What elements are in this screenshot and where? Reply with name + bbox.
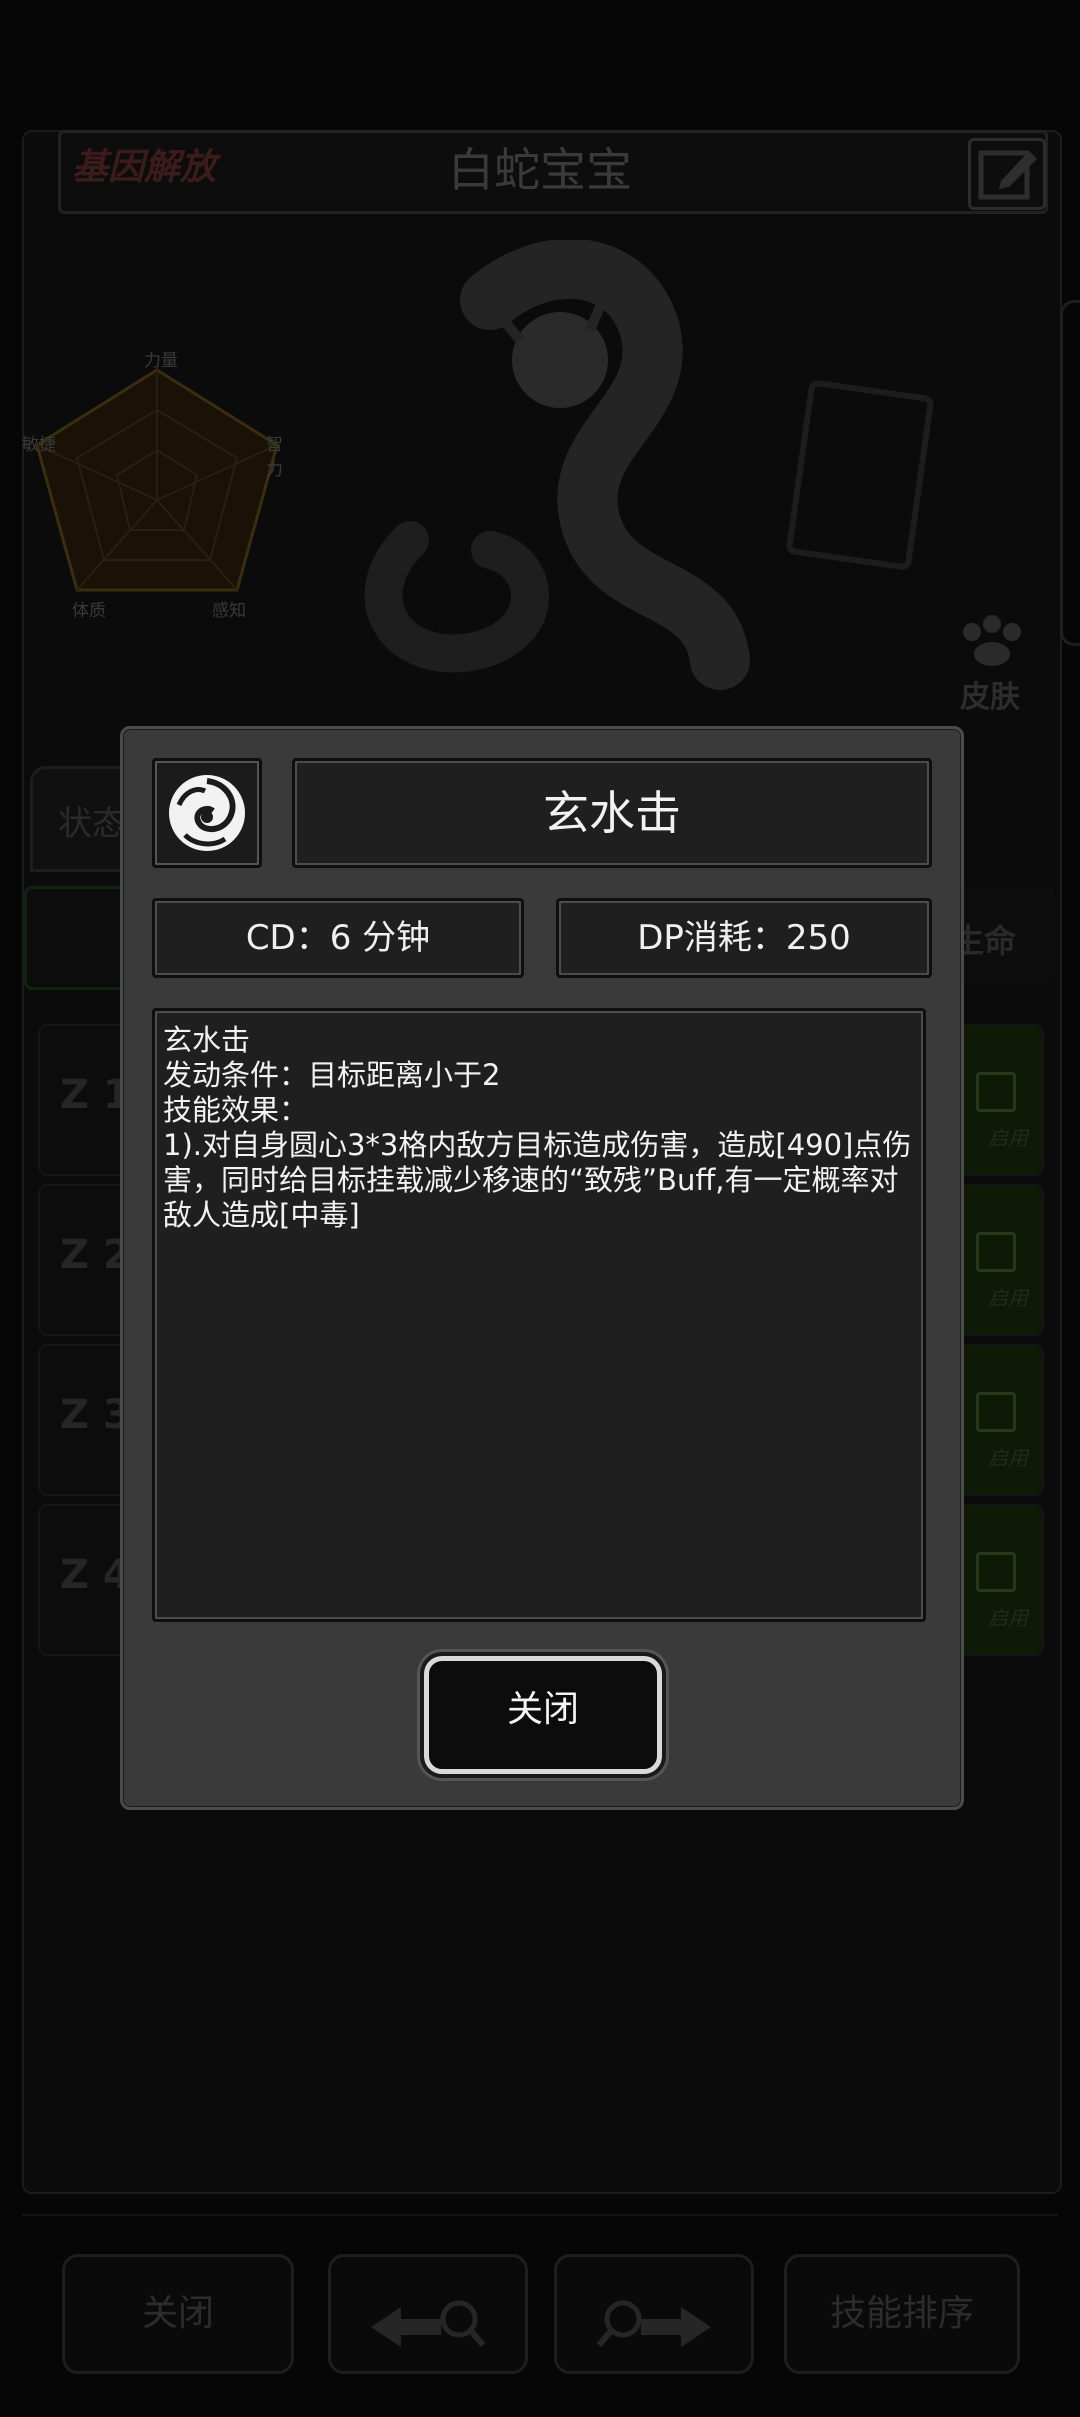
skill-description: 玄水击 发动条件：目标距离小于2 技能效果： 1).对自身圆心3*3格内敌方目标… (152, 1008, 926, 1622)
enable-checkbox[interactable] (976, 1072, 1016, 1112)
skill-cooldown: CD：6 分钟 (152, 898, 524, 978)
skill-dp-cost: DP消耗：250 (556, 898, 932, 978)
water-swirl-icon (169, 775, 245, 851)
description-condition: 发动条件：目标距离小于2 (163, 1058, 501, 1092)
enable-label: 启用 (988, 1286, 1028, 1310)
enable-area[interactable]: 启用 (954, 1026, 1042, 1174)
description-effect: 1).对自身圆心3*3格内敌方目标造成伤害，造成[490]点伤害，同时给目标挂载… (163, 1128, 912, 1232)
radar-label-agility: 敏捷 (22, 435, 56, 455)
side-drawer-tab[interactable] (1060, 300, 1080, 646)
next-pet-button[interactable] (554, 2254, 754, 2374)
attribute-radar: 力量 智力 感知 体质 敏捷 (22, 340, 292, 621)
enable-checkbox[interactable] (976, 1552, 1016, 1592)
skill-name: 玄水击 (292, 758, 932, 868)
skill-sort-button[interactable]: 技能排序 (784, 2254, 1020, 2374)
radar-chart (35, 368, 279, 592)
enable-checkbox[interactable] (976, 1232, 1016, 1272)
tab-status-label: 状态 (58, 804, 126, 844)
radar-label-strength: 力量 (144, 351, 178, 371)
pet-portrait (364, 240, 934, 690)
gene-release-logo[interactable]: 基因解放 (72, 140, 222, 196)
enable-label: 启用 (988, 1606, 1028, 1630)
edit-name-button[interactable] (968, 138, 1046, 210)
prev-pet-button[interactable] (328, 2254, 528, 2374)
enable-area[interactable]: 启用 (954, 1346, 1042, 1494)
radar-label-intellect: 智力 (266, 435, 283, 480)
bottom-close-button[interactable]: 关闭 (62, 2254, 294, 2374)
dialog-close-button[interactable]: 关闭 (424, 1656, 662, 1774)
description-effect-heading: 技能效果： (163, 1093, 309, 1127)
prev-pet-icon (371, 2300, 486, 2347)
skin-label: 皮肤 (960, 680, 1020, 715)
enable-label: 启用 (988, 1126, 1028, 1150)
enable-area[interactable]: 启用 (954, 1186, 1042, 1334)
next-pet-icon (596, 2300, 711, 2347)
edit-icon (978, 150, 1037, 200)
radar-label-perception: 感知 (212, 601, 246, 621)
description-title: 玄水击 (163, 1023, 251, 1057)
skill-icon (152, 758, 262, 868)
enable-label: 启用 (988, 1446, 1028, 1470)
enable-checkbox[interactable] (976, 1392, 1016, 1432)
pet-name: 白蛇宝宝 (448, 143, 632, 197)
radar-label-physique: 体质 (72, 601, 106, 621)
enable-area[interactable]: 启用 (954, 1506, 1042, 1654)
